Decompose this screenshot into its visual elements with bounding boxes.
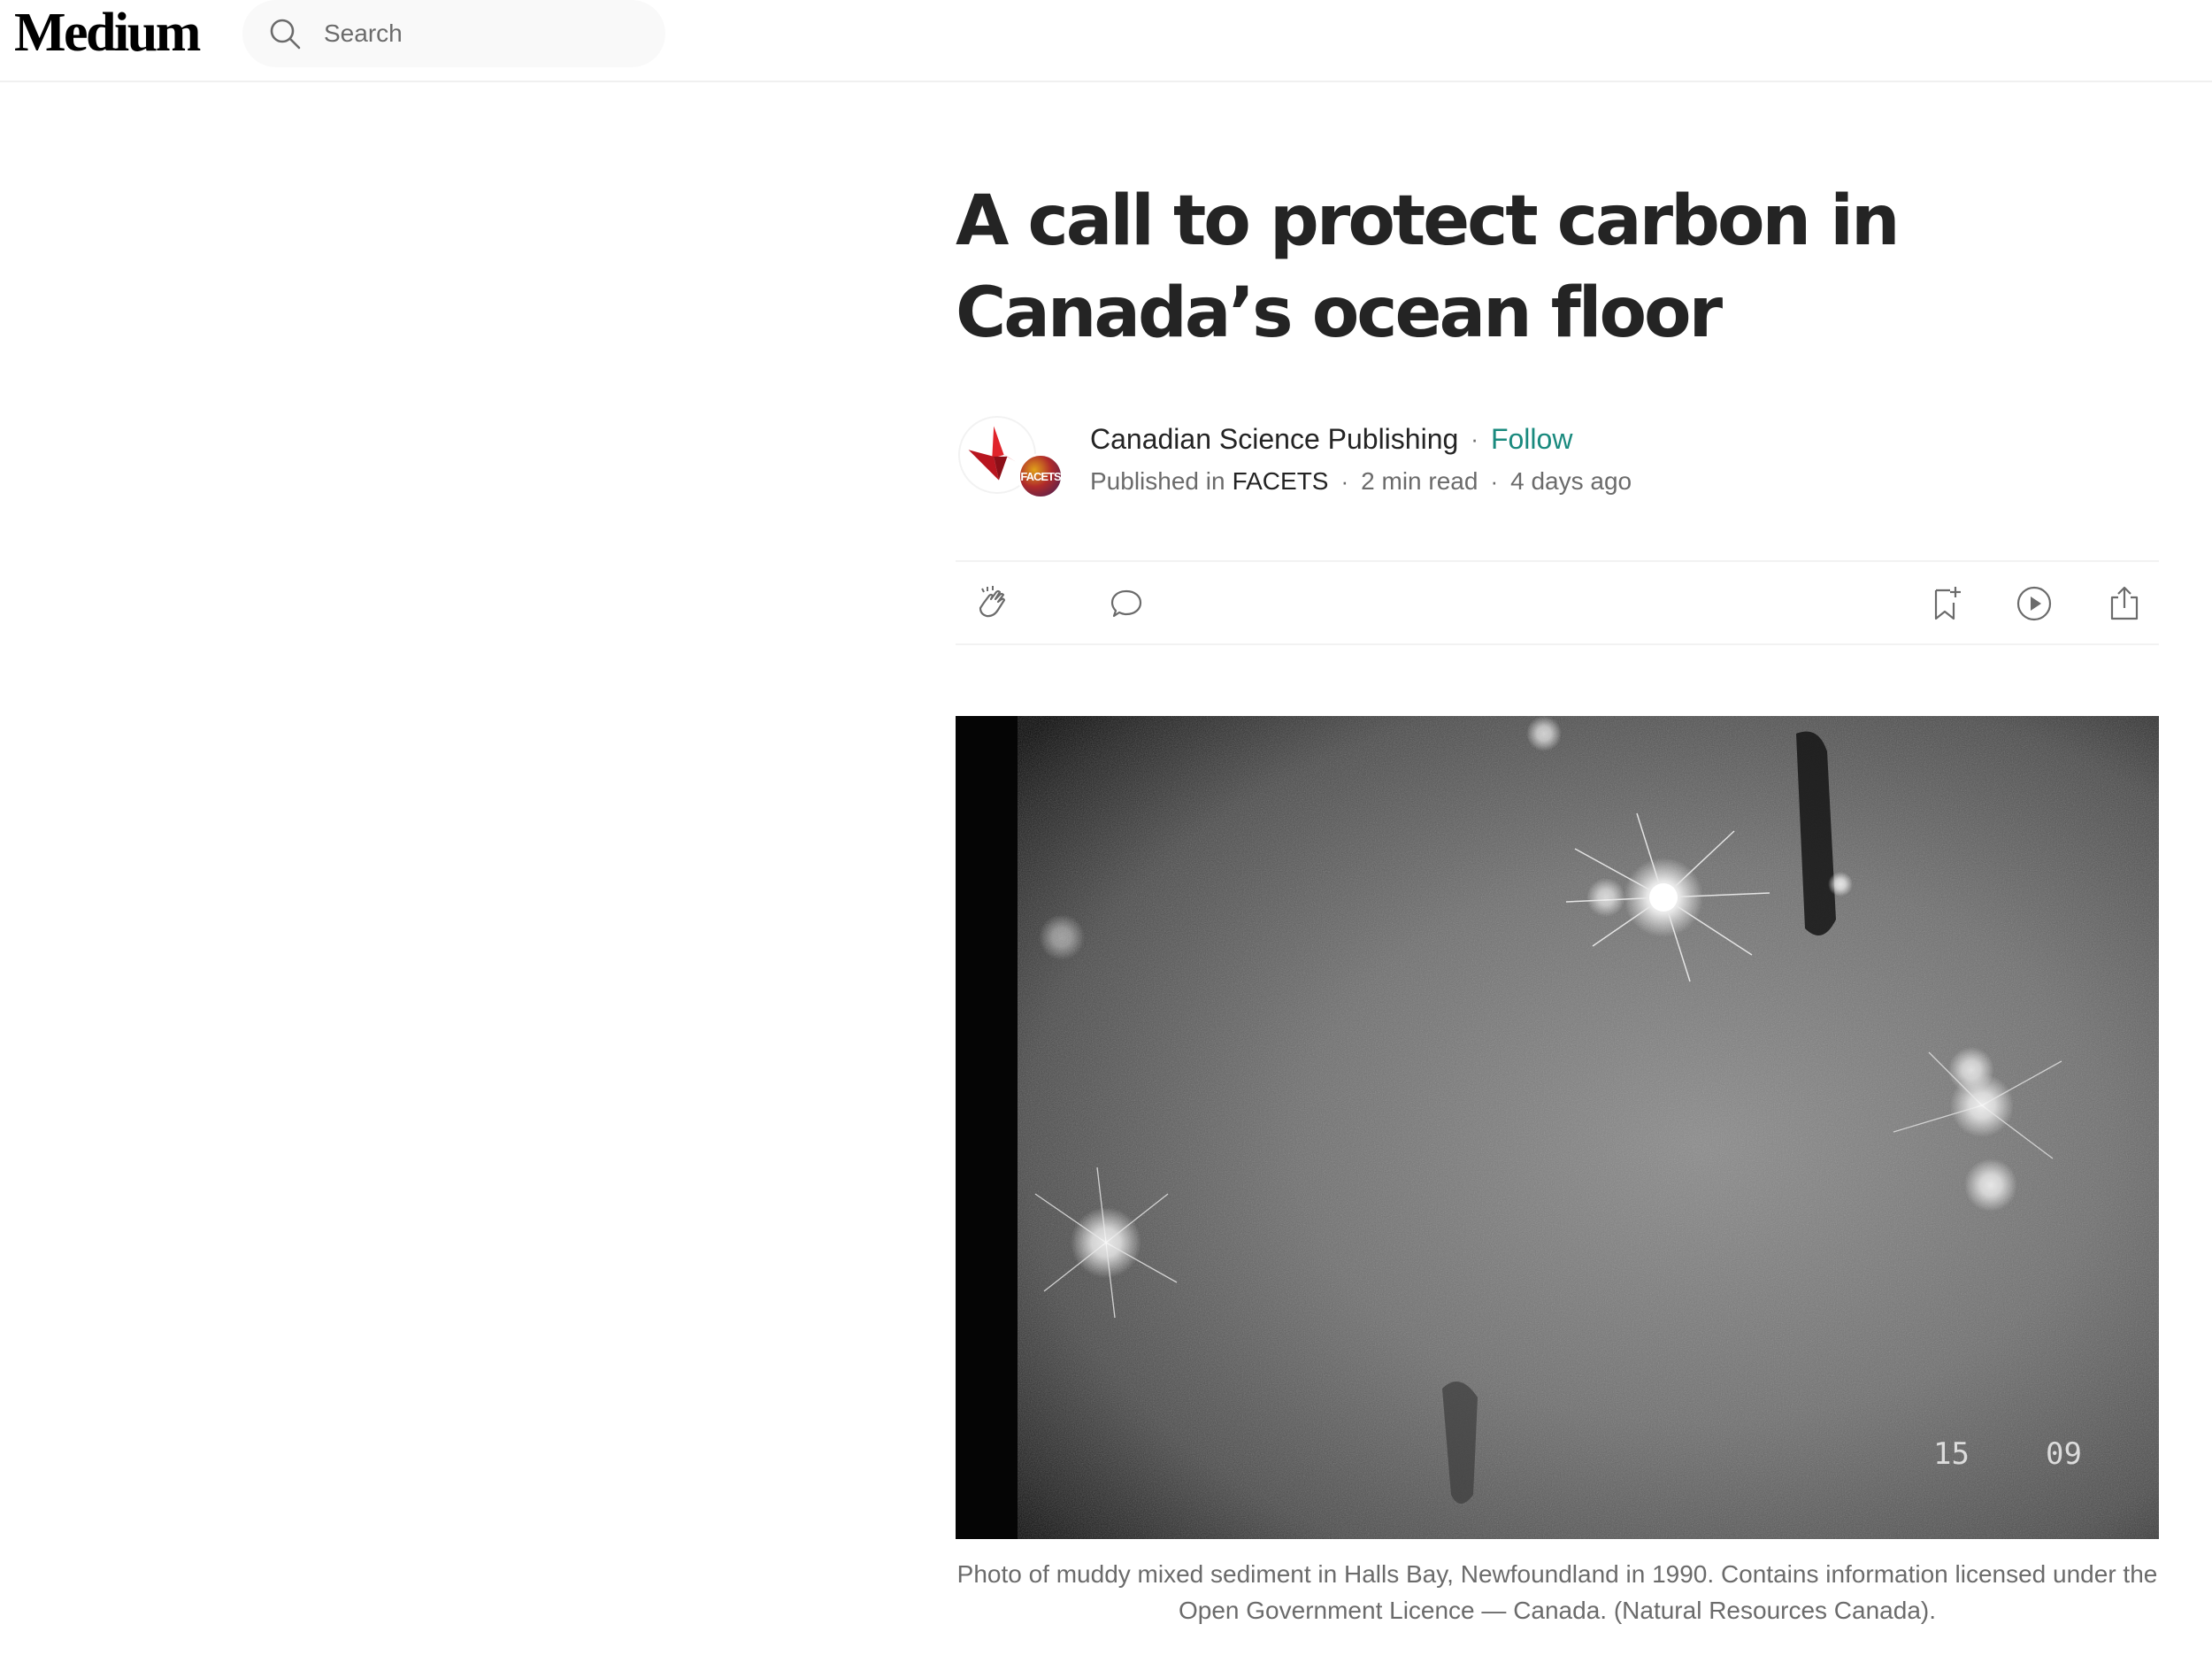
share-icon[interactable] xyxy=(2104,583,2145,624)
search-icon[interactable] xyxy=(267,16,303,51)
author-line: Canadian Science Publishing · Follow xyxy=(1090,420,1572,458)
separator-dot: · xyxy=(1471,425,1479,452)
publish-date: 4 days ago xyxy=(1510,467,1632,495)
author-name-link[interactable]: Canadian Science Publishing xyxy=(1090,423,1458,456)
follow-button[interactable]: Follow xyxy=(1491,423,1572,456)
search-input[interactable] xyxy=(324,12,642,55)
medium-logo[interactable]: Medium xyxy=(14,2,201,64)
listen-play-icon[interactable] xyxy=(2014,583,2055,624)
publication-badge-text: FACETS xyxy=(1020,469,1061,483)
search-box[interactable] xyxy=(242,0,665,67)
clap-icon[interactable] xyxy=(972,583,1012,624)
article-action-bar xyxy=(956,560,2159,645)
published-in-label: Published in xyxy=(1090,467,1225,495)
comment-icon[interactable] xyxy=(1106,583,1147,624)
seafloor-photo: 15 09 xyxy=(956,716,2159,1539)
separator-dot: · xyxy=(1490,467,1499,495)
publication-avatar[interactable]: FACETS xyxy=(1018,453,1064,499)
publication-link[interactable]: FACETS xyxy=(1233,467,1329,496)
hero-timestamp-left: 15 xyxy=(1933,1436,1970,1472)
hero-image: 15 09 xyxy=(956,716,2159,1539)
publication-line: Published in FACETS · 2 min read · 4 day… xyxy=(1090,462,1632,501)
separator-dot: · xyxy=(1340,467,1349,495)
hero-timestamp-right: 09 xyxy=(2046,1436,2082,1472)
bookmark-add-icon[interactable] xyxy=(1925,583,1966,624)
top-navigation-bar: Medium xyxy=(0,0,2212,82)
image-caption: Photo of muddy mixed sediment in Halls B… xyxy=(956,1560,2158,1624)
read-time: 2 min read xyxy=(1361,467,1479,495)
article-title: A call to protect carbon in Canada’s oce… xyxy=(956,181,1901,353)
